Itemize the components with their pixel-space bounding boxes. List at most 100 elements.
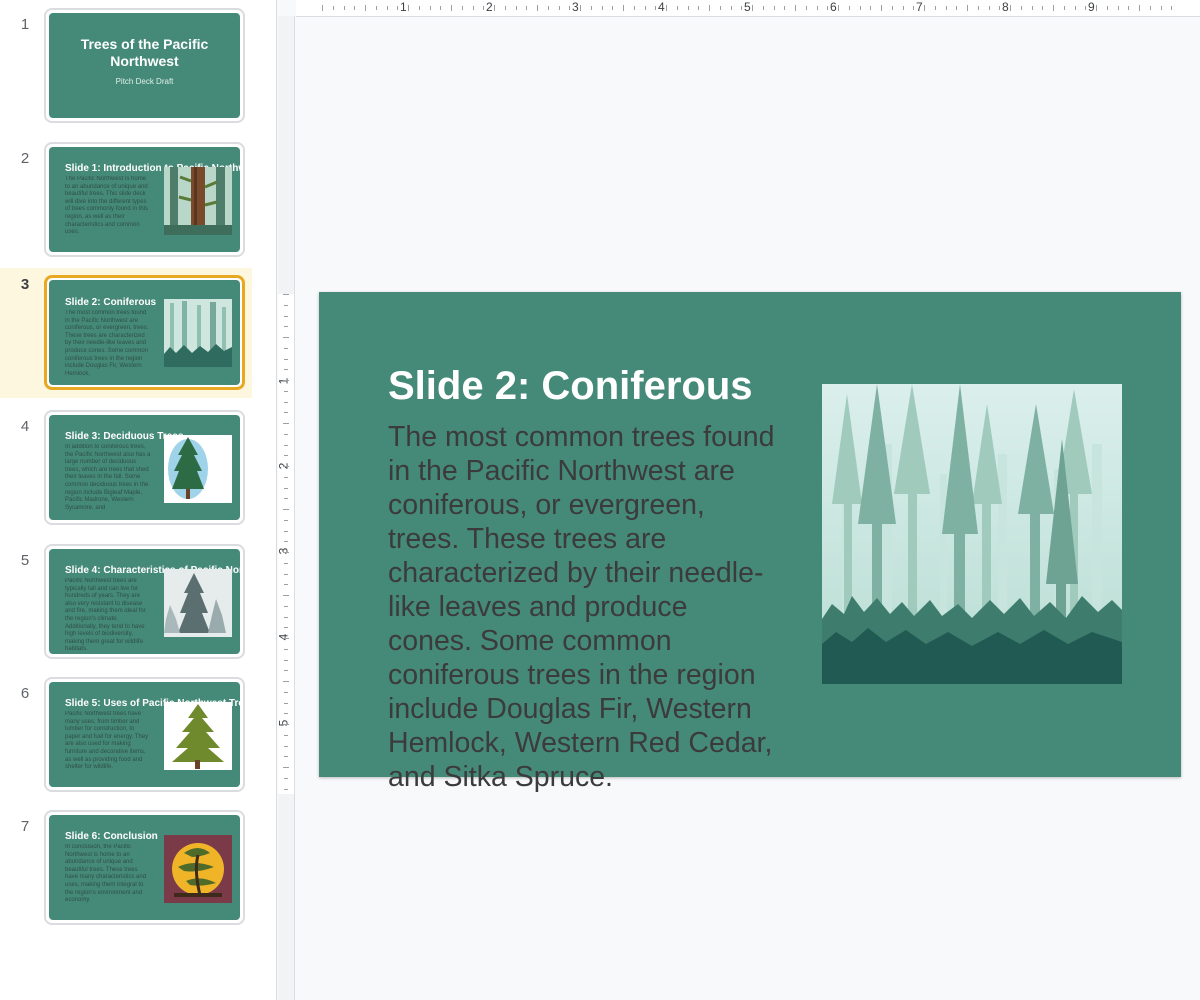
thumbnail-frame: Slide 1: Introduction to Pacific Northwe… xyxy=(44,142,245,257)
ruler-tick xyxy=(655,6,657,10)
ruler-tick xyxy=(483,6,485,10)
ruler-tick xyxy=(666,5,667,11)
thumbnail-title: Trees of the Pacific Northwest xyxy=(80,36,209,69)
ruler-tick xyxy=(676,6,678,10)
thumbnail-frame: Slide 6: Conclusion In conclusion, the P… xyxy=(44,810,245,925)
ruler-tick xyxy=(1171,6,1173,10)
ruler-tick xyxy=(741,6,743,10)
ruler-tick xyxy=(687,6,689,10)
thumbnail-canvas: Slide 1: Introduction to Pacific Northwe… xyxy=(49,147,240,252)
ruler-tick xyxy=(375,6,377,10)
ruler-tick xyxy=(461,6,463,10)
slide-thumbnail-1[interactable]: 1 Trees of the Pacific Northwest Pitch D… xyxy=(0,8,252,128)
ruler-tick xyxy=(284,455,288,457)
ruler-tick xyxy=(1031,6,1033,10)
ruler-tick xyxy=(284,584,288,586)
ruler-tick xyxy=(472,6,474,10)
slide-number: 7 xyxy=(20,818,30,835)
ruler-tick xyxy=(283,724,289,725)
slide-thumbnail-2[interactable]: 2 Slide 1: Introduction to Pacific North… xyxy=(0,142,252,262)
thumbnail-canvas: Slide 6: Conclusion In conclusion, the P… xyxy=(49,815,240,920)
ruler-tick xyxy=(623,5,624,11)
ruler-tick xyxy=(827,6,829,10)
ruler-tick xyxy=(784,6,786,10)
ruler-tick xyxy=(386,6,388,10)
ruler-tick xyxy=(284,670,288,672)
ruler-tick xyxy=(1020,6,1022,10)
ruler-tick xyxy=(924,5,925,11)
ruler-tick xyxy=(440,6,442,10)
thumbnail-body: Pacific Northwest trees have many uses, … xyxy=(65,711,149,771)
slide-thumbnail-4[interactable]: 4 Slide 3: Deciduous Trees In addition t… xyxy=(0,410,252,530)
ruler-tick xyxy=(1053,5,1054,11)
ruler-tick xyxy=(284,734,288,736)
ruler-tick xyxy=(1074,6,1076,10)
ruler-tick xyxy=(956,6,958,10)
ruler-band: 1 2 3 4 5 xyxy=(276,294,294,794)
ruler-label: 3 xyxy=(276,547,291,555)
ruler-tick xyxy=(284,412,288,414)
slide-thumbnail-7[interactable]: 7 Slide 6: Conclusion In conclusion, the… xyxy=(0,810,252,930)
thumbnail-body: The most common trees found in the Pacif… xyxy=(65,310,149,377)
ruler-tick xyxy=(284,745,288,747)
ruler-tick xyxy=(526,6,528,10)
ruler-tick xyxy=(332,6,334,10)
foggy-spruce-illustration xyxy=(164,569,232,637)
ruler-tick xyxy=(354,6,356,10)
ruler-tick xyxy=(322,5,323,11)
ruler-tick xyxy=(1117,6,1119,10)
ruler-label: 6 xyxy=(830,0,837,14)
thumbnail-canvas: Slide 3: Deciduous Trees In addition to … xyxy=(49,415,240,520)
thumbnail-frame: Slide 2: Coniferous The most common tree… xyxy=(44,275,245,390)
vertical-ruler[interactable]: 1 2 3 4 5 xyxy=(276,16,295,1000)
slide-thumbnail-6[interactable]: 6 Slide 5: Uses of Pacific Northwest Tre… xyxy=(0,677,252,797)
ruler-tick xyxy=(284,627,288,629)
horizontal-ruler[interactable]: 1 2 3 4 5 6 7 8 9 xyxy=(296,0,1200,17)
ruler-tick xyxy=(795,5,796,11)
ruler-tick xyxy=(284,648,288,650)
ruler-tick xyxy=(537,5,538,11)
ruler-tick xyxy=(977,6,979,10)
slide-filmstrip: 1 Trees of the Pacific Northwest Pitch D… xyxy=(0,0,277,1000)
ruler-tick xyxy=(816,6,818,10)
ruler-tick xyxy=(397,6,399,10)
ruler-tick xyxy=(601,6,603,10)
ruler-tick xyxy=(762,6,764,10)
ruler-tick xyxy=(1063,6,1065,10)
ruler-tick xyxy=(284,691,288,693)
thumbnail-title: Slide 6: Conclusion xyxy=(65,831,158,842)
slide-title[interactable]: Slide 2: Coniferous xyxy=(388,364,753,409)
ruler-tick xyxy=(698,6,700,10)
ruler-tick xyxy=(1149,6,1151,10)
ruler-tick xyxy=(283,423,289,424)
slide-thumbnail-5[interactable]: 5 Slide 4: Characteristics of Pacific No… xyxy=(0,544,252,664)
ruler-tick xyxy=(934,6,936,10)
ruler-tick xyxy=(283,681,289,682)
slide-thumbnail-3[interactable]: 3 Slide 2: Coniferous The most common tr… xyxy=(0,268,252,398)
ruler-tick xyxy=(284,347,288,349)
ruler-label: 9 xyxy=(1088,0,1095,14)
ruler-tick xyxy=(1010,5,1011,11)
ruler-tick xyxy=(284,541,288,543)
ruler-tick xyxy=(284,788,288,790)
bonsai-pine-sun-illustration xyxy=(164,835,232,903)
ruler-tick xyxy=(504,6,506,10)
ruler-label: 2 xyxy=(486,0,493,14)
misty-forest-illustration[interactable] xyxy=(822,384,1122,684)
ruler-tick xyxy=(284,777,288,779)
slide-body-text[interactable]: The most common trees found in the Pacif… xyxy=(388,420,778,794)
ruler-label: 8 xyxy=(1002,0,1009,14)
slide-number: 1 xyxy=(20,16,30,33)
thumbnail-body: In conclusion, the Pacific Northwest is … xyxy=(65,844,147,904)
thumbnail-frame: Slide 4: Characteristics of Pacific Nort… xyxy=(44,544,245,659)
ruler-tick xyxy=(284,487,288,489)
ruler-tick xyxy=(284,390,288,392)
ruler-tick xyxy=(284,616,288,618)
thumbnail-frame: Slide 3: Deciduous Trees In addition to … xyxy=(44,410,245,525)
ruler-tick xyxy=(284,358,288,360)
ruler-label: 5 xyxy=(744,0,751,14)
ruler-tick xyxy=(945,6,947,10)
ruler-tick xyxy=(284,702,288,704)
ruler-label: 4 xyxy=(658,0,665,14)
ruler-tick xyxy=(451,5,452,11)
